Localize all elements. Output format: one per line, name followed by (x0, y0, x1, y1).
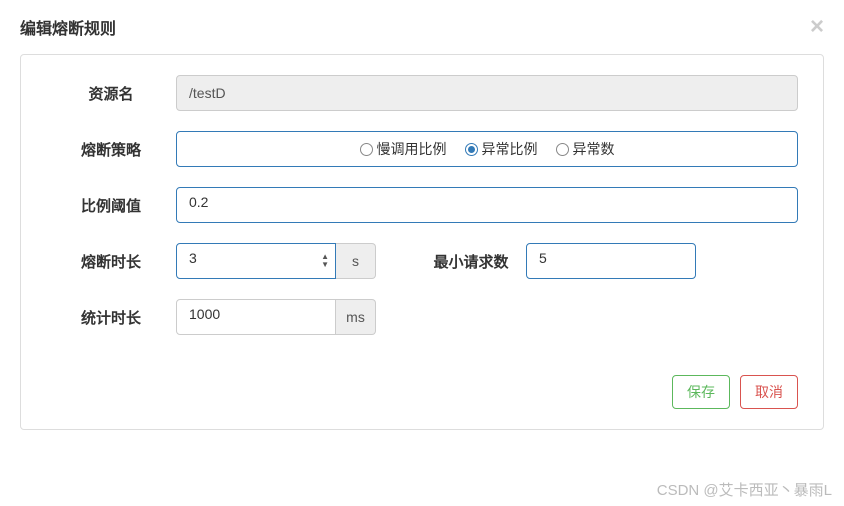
row-duration: 熔断时长 3 ▲▼ s 最小请求数 5 (46, 243, 798, 279)
duration-input[interactable]: 3 ▲▼ (176, 243, 336, 279)
radio-error-ratio[interactable]: 异常比例 (465, 139, 538, 159)
stat-window-unit: ms (336, 299, 376, 335)
duration-value: 3 (189, 250, 197, 266)
row-resource: 资源名 (46, 75, 798, 111)
stat-window-value: 1000 (189, 306, 220, 322)
save-button[interactable]: 保存 (672, 375, 730, 409)
watermark: CSDN @艾卡西亚丶暴雨L (657, 479, 832, 500)
label-stat-window: 统计时长 (46, 307, 176, 328)
label-min-requests: 最小请求数 (416, 251, 526, 272)
modal-header: 编辑熔断规则 × (20, 15, 824, 54)
cancel-button[interactable]: 取消 (740, 375, 798, 409)
threshold-value: 0.2 (189, 194, 208, 210)
row-strategy: 熔断策略 慢调用比例 异常比例 异常数 (46, 131, 798, 167)
edit-rule-modal: 编辑熔断规则 × 资源名 熔断策略 慢调用比例 异常比例 异常数 (0, 0, 844, 445)
radio-icon (465, 143, 478, 156)
threshold-input[interactable]: 0.2 (176, 187, 798, 223)
form-footer: 保存 取消 (46, 375, 798, 409)
resource-input[interactable] (176, 75, 798, 111)
label-duration: 熔断时长 (46, 251, 176, 272)
radio-error-count[interactable]: 异常数 (556, 139, 615, 159)
radio-icon (556, 143, 569, 156)
duration-input-wrap: 3 ▲▼ s (176, 243, 376, 279)
form-panel: 资源名 熔断策略 慢调用比例 异常比例 异常数 比例阈值 (20, 54, 824, 430)
close-icon[interactable]: × (810, 15, 824, 39)
radio-label: 慢调用比例 (377, 139, 447, 159)
radio-slow-ratio[interactable]: 慢调用比例 (360, 139, 447, 159)
strategy-radio-group: 慢调用比例 异常比例 异常数 (176, 131, 798, 167)
label-threshold: 比例阈值 (46, 195, 176, 216)
radio-label: 异常比例 (482, 139, 538, 159)
stat-window-input-wrap: 1000 ms (176, 299, 376, 335)
label-resource: 资源名 (46, 83, 176, 104)
row-threshold: 比例阈值 0.2 (46, 187, 798, 223)
min-requests-value: 5 (539, 250, 547, 266)
radio-label: 异常数 (573, 139, 615, 159)
spinner-icon[interactable]: ▲▼ (321, 253, 329, 269)
modal-title: 编辑熔断规则 (20, 15, 116, 39)
stat-window-input[interactable]: 1000 (176, 299, 336, 335)
duration-unit: s (336, 243, 376, 279)
radio-icon (360, 143, 373, 156)
row-stat-window: 统计时长 1000 ms (46, 299, 798, 335)
min-requests-input[interactable]: 5 (526, 243, 696, 279)
label-strategy: 熔断策略 (46, 139, 176, 160)
